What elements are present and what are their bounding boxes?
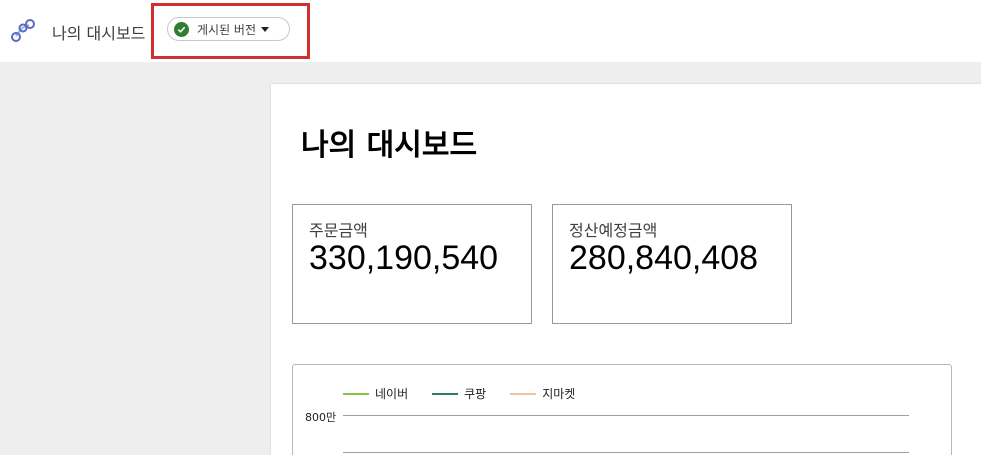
chart-legend: 네이버 쿠팡 지마켓 [343,385,599,402]
top-bar: 나의 대시보드 게시된 버전 [0,0,981,62]
legend-swatch [510,392,537,395]
scorecard-value: 280,840,408 [569,239,759,277]
caret-down-icon [261,26,270,32]
app-title[interactable]: 나의 대시보드 [52,20,145,44]
legend-item-gmarket[interactable]: 지마켓 [510,385,575,402]
gridline [343,415,909,416]
check-circle-icon [174,21,189,37]
line-chart[interactable]: 네이버 쿠팡 지마켓 800만 [292,364,952,455]
scorecard-settlement-amount[interactable]: 정산예정금액 280,840,408 [552,204,792,324]
legend-label: 지마켓 [542,387,576,401]
legend-label: 네이버 [375,387,409,401]
legend-swatch [343,392,369,395]
gridline [343,452,909,453]
version-label: 게시된 버전 [197,22,257,37]
y-axis-tick-label: 800만 [305,411,337,424]
legend-label: 쿠팡 [464,387,487,401]
scorecard-value: 330,190,540 [309,239,499,277]
legend-item-coupang[interactable]: 쿠팡 [432,385,486,402]
scorecard-label: 주문금액 [309,221,368,240]
data-studio-logo-icon[interactable] [9,16,37,44]
legend-item-naver[interactable]: 네이버 [343,385,408,402]
page-title: 나의 대시보드 [301,128,478,163]
report-canvas: 나의 대시보드 주문금액 330,190,540 정산예정금액 280,840,… [271,84,981,455]
legend-swatch [432,392,459,395]
version-dropdown-button[interactable]: 게시된 버전 [167,17,290,41]
scorecard-label: 정산예정금액 [569,221,658,240]
scorecard-order-amount[interactable]: 주문금액 330,190,540 [292,204,532,324]
